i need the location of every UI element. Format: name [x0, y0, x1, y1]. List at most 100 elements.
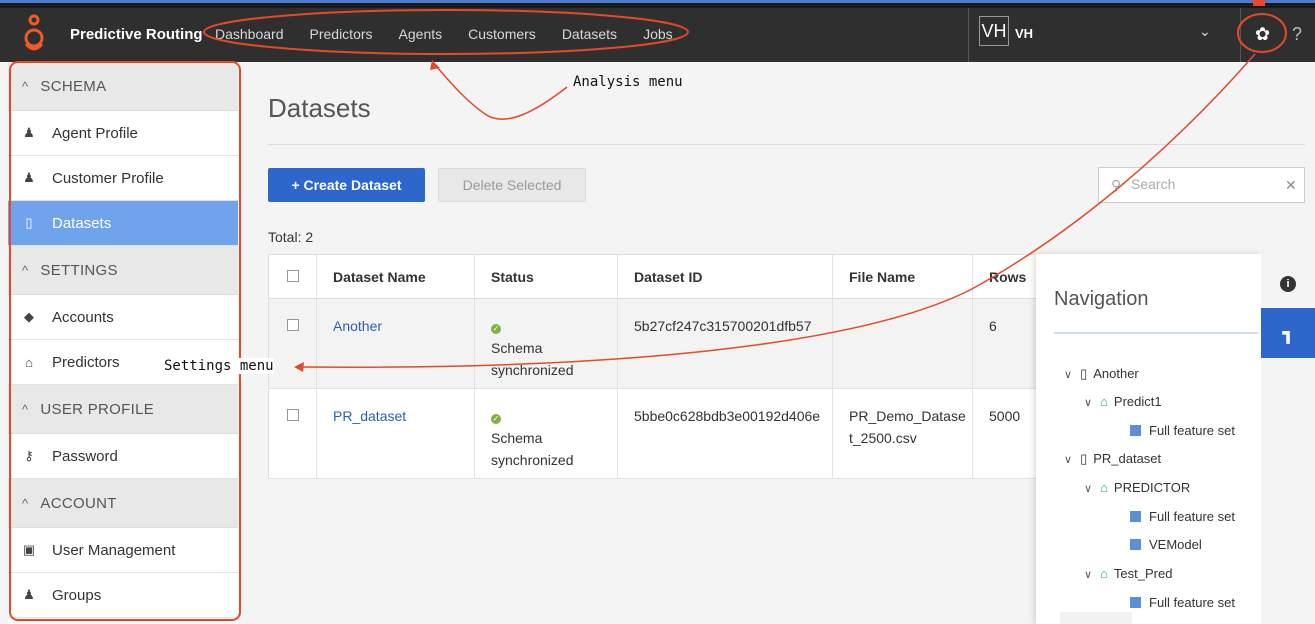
col-dataset-id[interactable]: Dataset ID: [617, 254, 833, 299]
section-account[interactable]: ^ ACCOUNT: [8, 479, 238, 528]
datasets-table: Dataset Name Status Dataset ID File Name…: [268, 254, 1038, 479]
sidebar-item-user-management[interactable]: ▣ User Management: [8, 528, 238, 573]
tree-item-pr-dataset[interactable]: ∨ ▯ PR_dataset: [1064, 451, 1161, 467]
create-dataset-button[interactable]: + Create Dataset: [268, 168, 425, 202]
top-accent-line: [0, 0, 1315, 3]
nav-jobs[interactable]: Jobs: [643, 26, 673, 42]
col-file-name[interactable]: File Name: [832, 254, 973, 299]
dataset-name-cell: Another: [316, 298, 475, 389]
navigation-panel: Navigation ∨ ▯ Another ∨ ⌂ Predict1 Full fea…: [1036, 254, 1261, 624]
row-checkbox-cell[interactable]: [268, 298, 317, 389]
section-settings[interactable]: ^ SETTINGS: [8, 246, 238, 295]
col-status[interactable]: Status: [474, 254, 618, 299]
page-title: Datasets: [268, 93, 371, 123]
group-icon: ♟: [23, 587, 35, 602]
checkbox[interactable]: [287, 409, 299, 421]
tree-item-feature-set[interactable]: Full feature set: [1130, 423, 1235, 438]
nav-customers[interactable]: Customers: [468, 26, 536, 42]
clear-icon[interactable]: ✕: [1285, 177, 1297, 194]
tree-item-feature-set[interactable]: Full feature set: [1130, 509, 1235, 524]
settings-button[interactable]: ✿: [1240, 8, 1284, 62]
nav-agents[interactable]: Agents: [399, 26, 443, 42]
dataset-id-cell: 5bbe0c628bdb3e00192d406e: [617, 388, 833, 479]
checkbox[interactable]: [287, 319, 299, 331]
file-name-cell: PR_Demo_Datase t_2500.csv: [832, 388, 973, 479]
nav-predictors[interactable]: Predictors: [310, 26, 373, 42]
analysis-nav: Dashboard Predictors Agents Customers Da…: [215, 26, 699, 42]
section-user-profile[interactable]: ^ USER PROFILE: [8, 385, 238, 434]
cube-icon: ◆: [24, 309, 34, 324]
rows-cell: 5000: [972, 388, 1038, 479]
tree-item-predictor[interactable]: ∨ ⌂ PREDICTOR: [1084, 480, 1190, 495]
sidebar-item-datasets[interactable]: ▯ Datasets: [8, 201, 238, 246]
help-icon[interactable]: ?: [1292, 24, 1302, 45]
chevron-down-icon[interactable]: ∨: [1084, 483, 1092, 495]
tree-item-feature-set[interactable]: Full feature set: [1130, 595, 1235, 610]
chevron-up-icon: ^: [22, 78, 29, 94]
file-name-cell: [832, 298, 973, 389]
sidebar-item-password[interactable]: ⚷ Password: [8, 434, 238, 479]
tree-item-vemodel[interactable]: VEModel: [1130, 537, 1202, 552]
chevron-down-icon[interactable]: ⌄: [1199, 23, 1211, 40]
avatar[interactable]: VH: [979, 16, 1009, 46]
hierarchy-icon[interactable]: ┓: [1283, 323, 1294, 343]
check-circle-icon: ✓: [491, 414, 501, 424]
chevron-down-icon[interactable]: ∨: [1064, 454, 1072, 466]
delete-selected-button[interactable]: Delete Selected: [438, 168, 586, 202]
user-name[interactable]: VH: [1015, 26, 1033, 41]
info-icon[interactable]: i: [1280, 276, 1296, 292]
table-row: Another ✓ Schema synchronized 5b27cf247c3…: [268, 298, 1038, 389]
row-checkbox-cell[interactable]: [268, 388, 317, 479]
top-bar: Predictive Routing Dashboard Predictors …: [0, 0, 1315, 62]
navigation-tab[interactable]: ┓: [1261, 308, 1315, 358]
sidebar-item-agent-profile[interactable]: ♟ Agent Profile: [8, 111, 238, 156]
title-divider: [268, 144, 1305, 145]
id-card-icon: ▣: [22, 542, 36, 557]
chevron-down-icon[interactable]: ∨: [1084, 569, 1092, 581]
info-tab[interactable]: i: [1261, 264, 1315, 306]
col-rows[interactable]: Rows: [972, 254, 1038, 299]
select-all-checkbox[interactable]: [268, 254, 317, 299]
file-name-text: PR_Demo_Datase t_2500.csv: [849, 408, 966, 446]
calculator-icon: [1130, 511, 1141, 522]
dataset-link[interactable]: Another: [333, 318, 382, 334]
checkbox[interactable]: [287, 269, 299, 282]
table-row: PR_dataset ✓ Schema synchronized 5bbe0c62…: [268, 388, 1038, 479]
sidebar-item-groups[interactable]: ♟ Groups: [8, 573, 238, 618]
status-text: Schema synchronized: [491, 430, 574, 468]
search-input[interactable]: [1131, 176, 1271, 192]
col-dataset-name[interactable]: Dataset Name: [316, 254, 475, 299]
sidebar-item-accounts[interactable]: ◆ Accounts: [8, 295, 238, 340]
red-marker: [1253, 0, 1265, 6]
chevron-up-icon: ^: [22, 401, 29, 417]
calculator-icon: [1130, 539, 1141, 550]
calculator-icon: [1130, 425, 1141, 436]
search-icon: ⚲: [1111, 177, 1122, 193]
nav-datasets[interactable]: Datasets: [562, 26, 617, 42]
tree-item-test-pred[interactable]: ∨ ⌂ Test_Pred: [1084, 566, 1172, 581]
settings-sidebar: ^ SCHEMA ♟ Agent Profile ♟ Customer Profile…: [8, 62, 238, 624]
genesys-logo-icon[interactable]: [22, 14, 46, 54]
document-icon: ▯: [1080, 366, 1088, 381]
gear-icon[interactable]: ✿: [1255, 24, 1270, 45]
graduation-cap-icon: ⌂: [1100, 394, 1108, 409]
calculator-icon: [1130, 597, 1141, 608]
brand-title[interactable]: Predictive Routing: [70, 26, 203, 43]
sidebar-item-customer-profile[interactable]: ♟ Customer Profile: [8, 156, 238, 201]
section-schema[interactable]: ^ SCHEMA: [8, 62, 238, 111]
dataset-name-cell: PR_dataset: [316, 388, 475, 479]
status-cell: ✓ Schema synchronized: [474, 298, 618, 389]
table-header-row: Dataset Name Status Dataset ID File Name…: [268, 254, 1038, 299]
tree-item-another[interactable]: ∨ ▯ Another: [1064, 366, 1139, 382]
panel-footer: [1060, 612, 1132, 624]
agent-icon: ♟: [23, 125, 35, 140]
customers-icon: ♟: [23, 170, 35, 185]
chevron-down-icon[interactable]: ∨: [1064, 369, 1072, 381]
nav-dashboard[interactable]: Dashboard: [215, 26, 284, 42]
chevron-down-icon[interactable]: ∨: [1084, 397, 1092, 409]
graduation-cap-icon: ⌂: [1100, 566, 1108, 581]
dataset-link[interactable]: PR_dataset: [333, 408, 406, 424]
tree-item-predict1[interactable]: ∨ ⌂ Predict1: [1084, 394, 1162, 409]
user-menu[interactable]: VH VH ⌄: [968, 8, 1240, 62]
search-box[interactable]: ⚲ ✕: [1098, 167, 1305, 203]
